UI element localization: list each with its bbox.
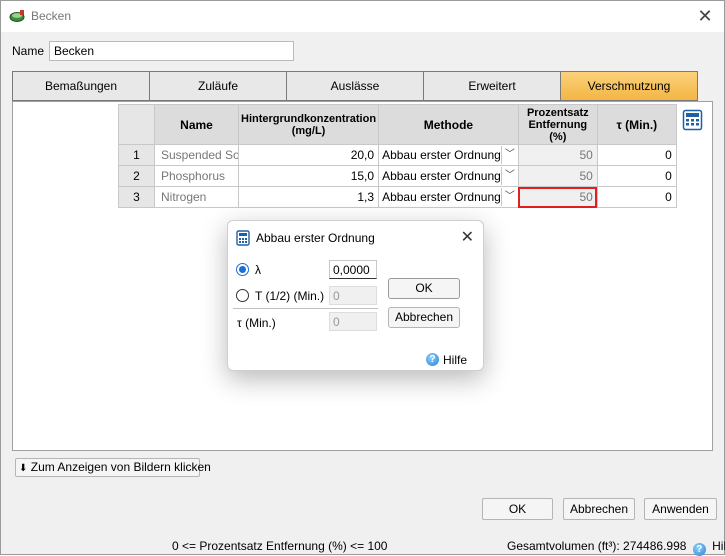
name-input[interactable] — [49, 41, 294, 61]
pollutant-name: Nitrogen — [154, 186, 239, 208]
tab-zulaeufe[interactable]: Zuläufe — [149, 71, 286, 101]
name-label: Name — [12, 44, 45, 58]
pollutant-name: Phosphorus — [154, 165, 239, 187]
t-half-input[interactable] — [329, 286, 377, 305]
method-value: Abbau erster Ordnung — [382, 148, 501, 162]
tau-cell[interactable]: 0 — [596, 186, 677, 208]
row-number: 3 — [118, 186, 155, 208]
grid-corner — [118, 104, 155, 145]
lambda-input[interactable] — [329, 260, 377, 279]
tau-cell[interactable]: 0 — [596, 144, 677, 166]
dialog-ok-button[interactable]: OK — [388, 278, 460, 299]
method-value: Abbau erster Ordnung — [382, 169, 501, 183]
header-method: Methode — [378, 104, 519, 145]
t-half-radio[interactable] — [236, 289, 249, 302]
cancel-button[interactable]: Abbrechen — [563, 498, 635, 520]
table-row: 1 Suspended Solids 20,0 Abbau erster Ord… — [118, 144, 677, 166]
constraint-text: 0 <= Prozentsatz Entfernung (%) <= 100 — [172, 539, 388, 553]
chevron-down-icon[interactable]: ﹀ — [500, 188, 518, 206]
divider — [233, 308, 378, 309]
method-value: Abbau erster Ordnung — [382, 190, 501, 204]
double-chevron-down-icon: ⬇ — [19, 463, 28, 474]
dialog-cancel-button[interactable]: Abbrechen — [388, 307, 460, 328]
close-icon[interactable]: ✕ — [461, 227, 474, 247]
window-close-icon[interactable]: ✕ — [694, 5, 716, 27]
calculator-icon[interactable] — [682, 109, 703, 131]
show-images-label: Zum Anzeigen von Bildern klicken — [30, 460, 211, 474]
calculator-icon — [236, 230, 250, 246]
method-cell[interactable]: Abbau erster Ordnung ﹀ — [378, 186, 519, 208]
tau-input[interactable] — [329, 312, 377, 331]
lambda-label: λ — [255, 263, 261, 277]
pollutant-grid: Name Hintergrundkonzentration (mg/L) Met… — [118, 104, 677, 208]
header-tau: τ (Min.) — [596, 104, 677, 145]
pollutant-name: Suspended Solids — [154, 144, 239, 166]
tau-label: τ (Min.) — [237, 316, 276, 330]
help-icon[interactable]: ? — [426, 353, 439, 366]
table-row: 2 Phosphorus 15,0 Abbau erster Ordnung ﹀… — [118, 165, 677, 187]
tab-erweitert[interactable]: Erweitert — [423, 71, 560, 101]
tab-strip: Bemaßungen Zuläufe Auslässe Erweitert Ve… — [12, 71, 698, 101]
table-row: 3 Nitrogen 1,3 Abbau erster Ordnung ﹀ 50… — [118, 186, 677, 208]
app-icon — [9, 10, 25, 22]
t-half-label: T (1/2) (Min.) — [255, 289, 325, 303]
concentration-cell[interactable]: 1,3 — [237, 186, 380, 208]
window-title: Becken — [31, 9, 72, 23]
ok-button[interactable]: OK — [482, 498, 553, 520]
row-number: 1 — [118, 144, 155, 166]
chevron-down-icon[interactable]: ﹀ — [500, 167, 518, 185]
tab-verschmutzung[interactable]: Verschmutzung — [560, 71, 698, 101]
concentration-cell[interactable]: 15,0 — [237, 165, 380, 187]
dialog-help-link[interactable]: Hilfe — [443, 353, 467, 367]
tab-auslaesse[interactable]: Auslässe — [286, 71, 423, 101]
help-icon[interactable]: ? — [692, 543, 706, 556]
dialog-title: Abbau erster Ordnung — [256, 231, 375, 245]
tau-cell[interactable]: 0 — [596, 165, 677, 187]
concentration-cell[interactable]: 20,0 — [237, 144, 380, 166]
total-volume: Gesamtvolumen (ft³): 274486.998 — [507, 539, 687, 553]
chevron-down-icon[interactable]: ﹀ — [500, 146, 518, 164]
header-concentration: Hintergrundkonzentration (mg/L) — [237, 104, 380, 145]
removal-cell[interactable]: 50 — [517, 165, 598, 187]
removal-cell[interactable]: 50 — [517, 144, 598, 166]
removal-cell-selected[interactable]: 50 — [517, 186, 598, 208]
show-images-button[interactable]: ⬇ Zum Anzeigen von Bildern klicken — [15, 458, 211, 477]
title-bar: Becken ✕ — [1, 1, 724, 32]
help-link[interactable]: Hilfe — [712, 539, 725, 553]
status-right: Gesamtvolumen (ft³): 274486.998 ? Hilfe — [507, 539, 725, 556]
apply-button[interactable]: Anwenden — [644, 498, 717, 520]
method-cell[interactable]: Abbau erster Ordnung ﹀ — [378, 165, 519, 187]
tab-bemassungen[interactable]: Bemaßungen — [12, 71, 149, 101]
row-number: 2 — [118, 165, 155, 187]
method-cell[interactable]: Abbau erster Ordnung ﹀ — [378, 144, 519, 166]
header-name: Name — [154, 104, 239, 145]
header-removal: Prozentsatz Entfernung (%) — [517, 104, 598, 145]
lambda-radio[interactable] — [236, 263, 249, 276]
becken-window: Becken ✕ Name Bemaßungen Zuläufe Ausläss… — [0, 0, 725, 556]
